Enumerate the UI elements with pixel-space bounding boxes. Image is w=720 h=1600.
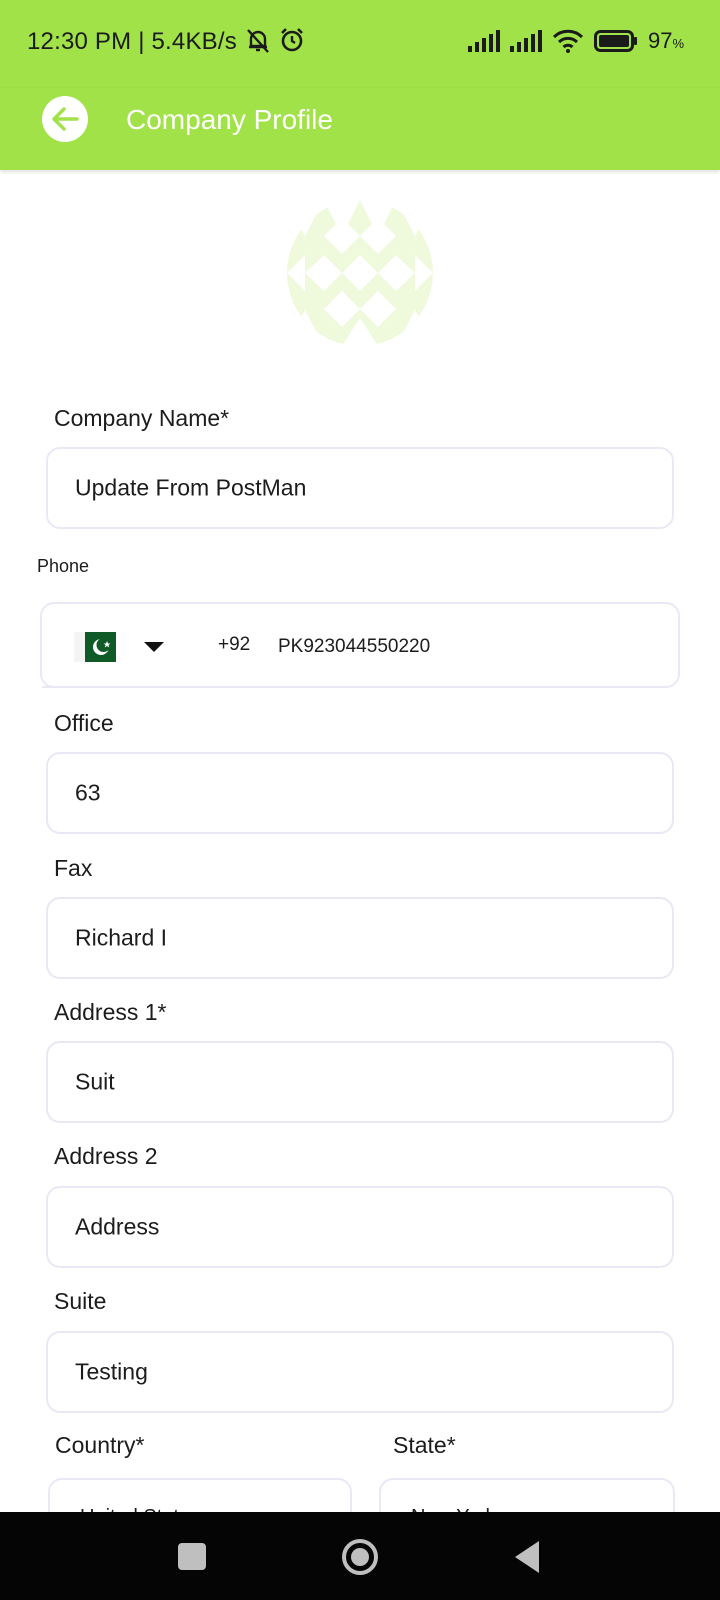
office-label: Office: [54, 710, 114, 736]
company-logo-avatar[interactable]: [287, 200, 433, 346]
office-value: 63: [75, 779, 101, 806]
address2-input[interactable]: Address: [46, 1186, 674, 1268]
address1-label: Address 1*: [54, 999, 167, 1025]
app-bar: Company Profile: [0, 88, 720, 170]
phone-divider: [42, 686, 198, 688]
suite-value: Testing: [75, 1358, 148, 1385]
arrow-left-icon: [52, 107, 79, 131]
fax-input[interactable]: Richard I: [46, 897, 674, 979]
country-label: Country*: [55, 1432, 145, 1458]
company-name-label: Company Name*: [54, 405, 230, 431]
pakistan-flag-icon: [74, 632, 116, 662]
state-label: State*: [393, 1432, 456, 1458]
battery-icon: [593, 30, 637, 52]
address1-value: Suit: [75, 1068, 115, 1095]
wifi-icon: [552, 29, 584, 53]
country-picker[interactable]: [42, 604, 198, 686]
status-bar: 12:30 PM | 5.4KB/s 97%: [0, 0, 720, 88]
status-notification-icons: [244, 26, 306, 54]
phone-label: Phone: [37, 556, 90, 576]
signal-icon: [467, 30, 500, 52]
back-icon[interactable]: [515, 1541, 539, 1573]
fax-label: Fax: [54, 855, 93, 881]
signal-icon: [509, 30, 542, 52]
address2-label: Address 2: [54, 1143, 158, 1169]
recents-icon[interactable]: [178, 1543, 206, 1570]
back-button[interactable]: [42, 96, 88, 142]
alarm-icon: [281, 28, 303, 52]
phone-input-group: +92 PK923044550220: [40, 602, 680, 688]
suite-input[interactable]: Testing: [46, 1331, 674, 1413]
phone-number-input[interactable]: PK923044550220: [278, 636, 430, 658]
company-name-value: Update From PostMan: [75, 474, 307, 501]
phone-country-code: +92: [218, 634, 251, 655]
system-navigation-bar: [0, 1512, 720, 1600]
mute-bell-icon: [247, 29, 269, 53]
page-title: Company Profile: [126, 104, 333, 135]
fax-value: Richard I: [75, 924, 168, 951]
company-name-input[interactable]: Update From PostMan: [46, 447, 674, 529]
battery-percent: 97%: [647, 28, 684, 53]
address2-value: Address: [75, 1213, 160, 1240]
suite-label: Suite: [54, 1288, 107, 1314]
office-input[interactable]: 63: [46, 752, 674, 834]
address1-input[interactable]: Suit: [46, 1041, 674, 1123]
status-system-icons: 97%: [467, 28, 684, 54]
status-time: 12:30 PM | 5.4KB/s: [27, 28, 237, 55]
home-icon[interactable]: [342, 1539, 378, 1575]
chevron-down-icon: [144, 642, 164, 652]
